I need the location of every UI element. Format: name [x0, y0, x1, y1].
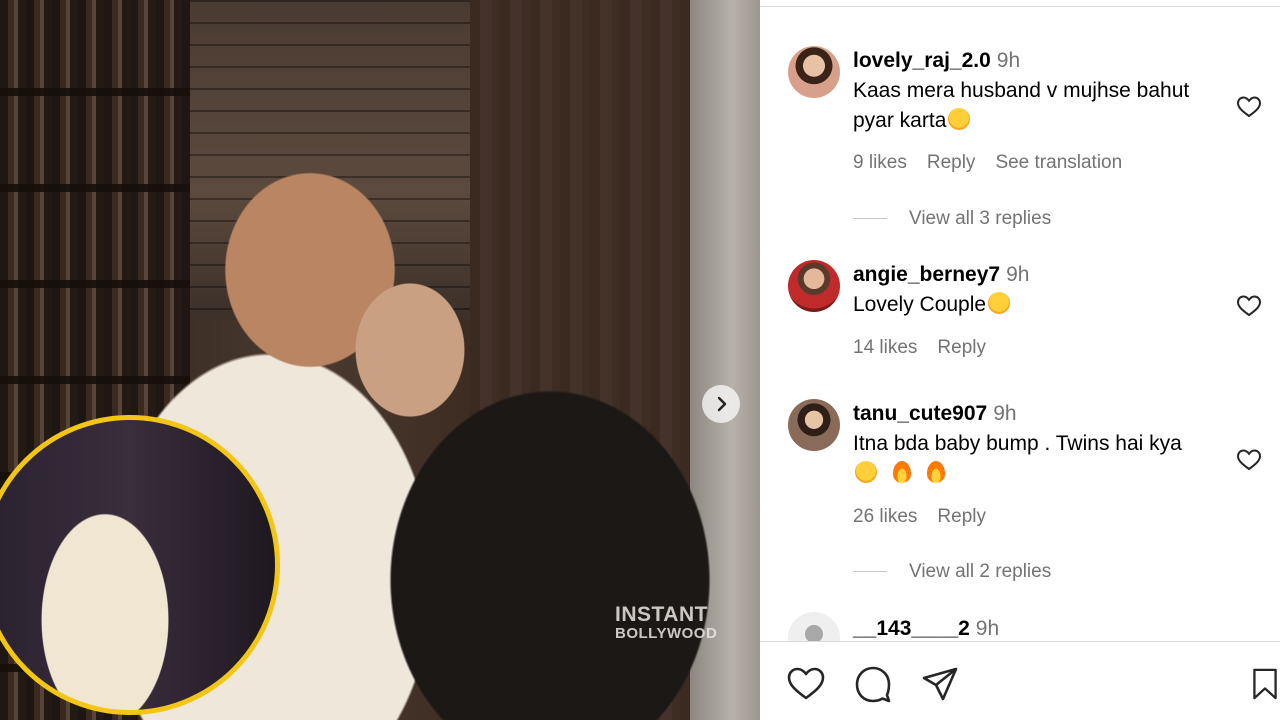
comment-header: angie_berney7 9h	[853, 262, 1223, 288]
view-replies-button[interactable]: View all 2 replies	[853, 561, 1051, 583]
avatar[interactable]	[788, 46, 840, 98]
comment-text: Lovely Couple	[853, 290, 1223, 320]
like-button[interactable]	[786, 664, 826, 704]
reply-link[interactable]: Reply	[937, 506, 986, 527]
send-icon	[922, 667, 958, 701]
comment-header: tanu_cute907 9h	[853, 401, 1223, 427]
flushed-emoji	[948, 108, 971, 130]
reply-link[interactable]: Reply	[927, 152, 976, 173]
comment-meta: 26 likes Reply	[853, 506, 1006, 528]
comment-like-heart-icon[interactable]	[1236, 448, 1262, 472]
comment-username[interactable]: tanu_cute907	[853, 402, 987, 425]
reply-link[interactable]: Reply	[937, 337, 986, 358]
comment-icon	[855, 666, 891, 703]
comment-username[interactable]: angie_berney7	[853, 263, 1000, 286]
comment-username[interactable]: __143____2	[853, 617, 970, 640]
comment-time: 9h	[993, 402, 1017, 425]
comment-text: Kaas mera husband v mujhse bahut pyar ka…	[853, 76, 1223, 136]
comment-button[interactable]	[853, 664, 893, 704]
heart-icon	[787, 667, 825, 700]
kiss-emoji	[988, 292, 1011, 314]
view-replies-label: View all 3 replies	[909, 208, 1052, 229]
avatar[interactable]	[788, 399, 840, 451]
share-button[interactable]	[920, 664, 960, 704]
watermark-line2: BOLLYWOOD	[615, 625, 718, 642]
next-image-button[interactable]	[702, 385, 740, 423]
comment-likes: 14 likes	[853, 337, 918, 358]
comment-body: angie_berney7 9h Lovely Couple	[853, 262, 1223, 320]
comment-text: Itna bda baby bump . Twins hai kya	[853, 429, 1223, 489]
comment-body: tanu_cute907 9h Itna bda baby bump . Twin…	[853, 401, 1223, 489]
comment-meta: 14 likes Reply	[853, 337, 1006, 359]
replies-dash	[853, 218, 887, 220]
flushed-emoji	[855, 461, 877, 483]
comment-time: 9h	[996, 49, 1021, 72]
comment-text-content: Kaas mera husband v mujhse bahut pyar ka…	[853, 79, 1190, 132]
post-image: INSTANT BOLLYWOOD	[0, 0, 760, 720]
watermark-line1: INSTANT	[615, 603, 708, 626]
save-button[interactable]	[1250, 664, 1280, 704]
chevron-right-icon	[717, 396, 727, 412]
comment-likes: 26 likes	[853, 506, 918, 527]
fire-emoji	[926, 461, 945, 483]
comments-panel: lovely_raj_2.0 9h Kaas mera husband v muj…	[760, 0, 1280, 720]
avatar[interactable]	[788, 260, 840, 312]
avatar[interactable]	[788, 612, 840, 641]
watermark: INSTANT BOLLYWOOD	[615, 604, 717, 641]
replies-dash	[853, 571, 887, 573]
woman-figure	[320, 250, 760, 720]
comment-likes: 9 likes	[853, 152, 907, 173]
fire-emoji	[892, 461, 911, 483]
comment-time: 9h	[975, 617, 1000, 640]
comment-text-content: Itna bda baby bump . Twins hai kya	[853, 432, 1182, 455]
view-replies-label: View all 2 replies	[909, 561, 1052, 582]
comment-header: __143____2 9h	[853, 616, 1223, 641]
comment-like-heart-icon[interactable]	[1236, 95, 1262, 119]
default-avatar-icon	[805, 625, 823, 641]
comment-header: lovely_raj_2.0 9h	[853, 48, 1223, 74]
comments-list[interactable]: lovely_raj_2.0 9h Kaas mera husband v muj…	[760, 0, 1280, 641]
comment-body: lovely_raj_2.0 9h Kaas mera husband v muj…	[853, 48, 1223, 136]
see-translation-link[interactable]: See translation	[995, 152, 1122, 173]
actions-divider	[760, 641, 1280, 642]
comment-username[interactable]: lovely_raj_2.0	[853, 49, 991, 72]
comment-meta: 9 likes Reply See translation	[853, 152, 1142, 174]
comment-text-content: Lovely Couple	[853, 293, 987, 316]
view-replies-button[interactable]: View all 3 replies	[853, 208, 1051, 230]
comment-body: __143____2 9h	[853, 616, 1223, 641]
comment-like-heart-icon[interactable]	[1236, 294, 1262, 318]
comment-time: 9h	[1006, 263, 1030, 286]
bookmark-icon	[1253, 668, 1277, 700]
